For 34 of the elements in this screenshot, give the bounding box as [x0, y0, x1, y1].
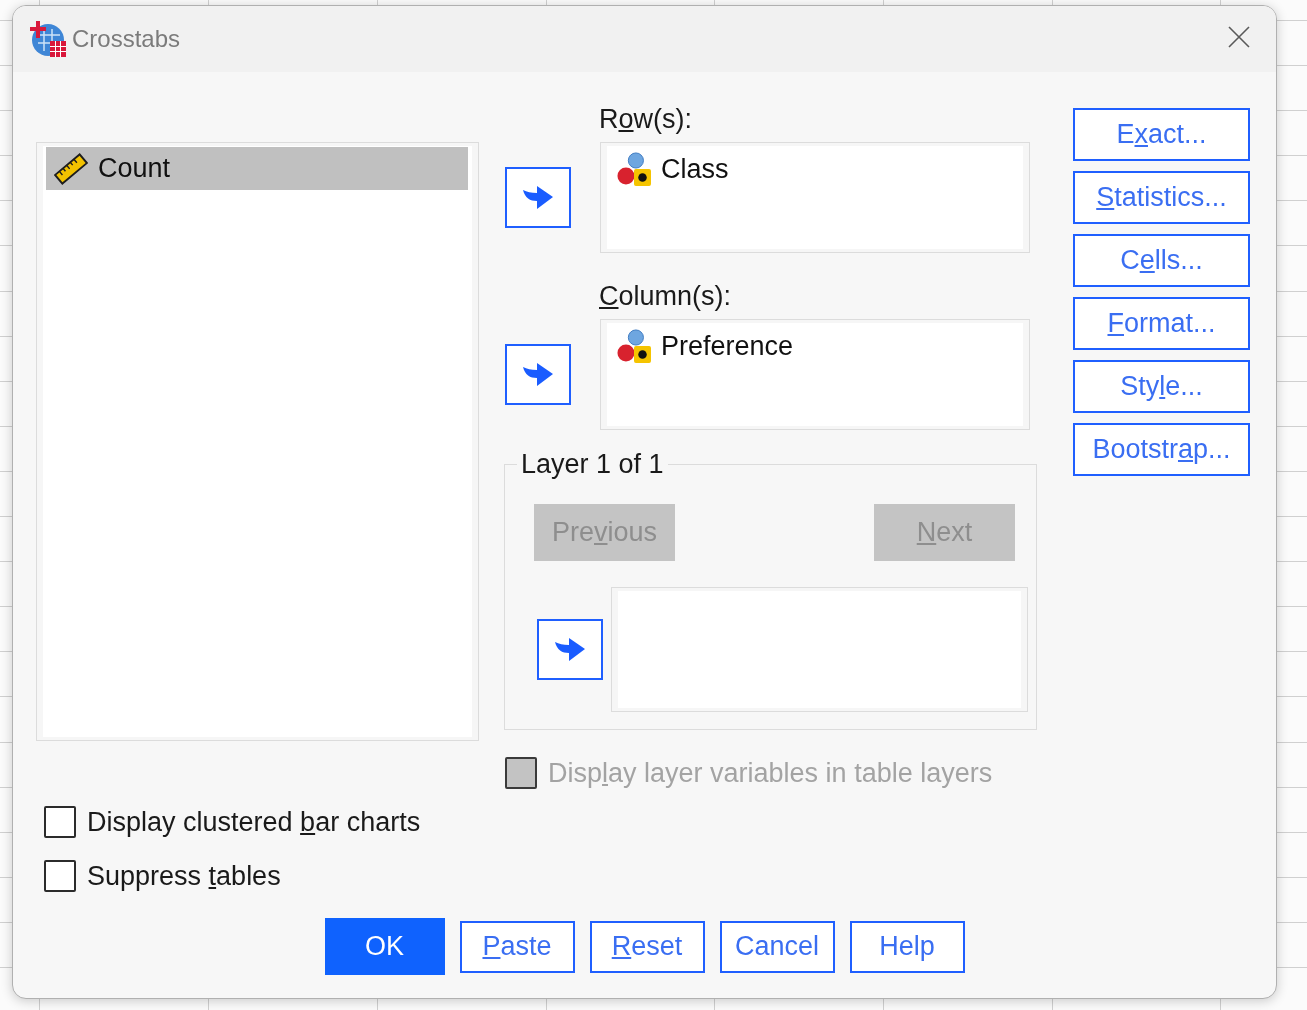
variable-box[interactable]: Preference: [600, 319, 1030, 430]
checkbox[interactable]: [44, 806, 76, 838]
move-button[interactable]: [505, 344, 571, 405]
field-label: Row(s):: [599, 103, 693, 136]
checkbox-label: Display clustered bar charts: [87, 806, 421, 838]
curved-arrow-icon: [522, 183, 554, 212]
curved-arrow-icon: [522, 360, 554, 389]
variable-box[interactable]: Class: [600, 142, 1030, 253]
move-button[interactable]: [505, 167, 571, 228]
dialog-button[interactable]: Reset: [589, 920, 705, 973]
options-button[interactable]: Cells...: [1073, 234, 1250, 287]
list-item[interactable]: Class: [617, 151, 1029, 187]
nominal-measure-icon: [617, 152, 651, 186]
list-item[interactable]: Preference: [617, 328, 1029, 364]
options-button[interactable]: Bootstrap...: [1073, 423, 1250, 476]
dialog-button[interactable]: Help: [849, 920, 965, 973]
dialog-button[interactable]: OK: [324, 918, 445, 975]
options-button[interactable]: Exact...: [1073, 108, 1250, 161]
options-button[interactable]: Format...: [1073, 297, 1250, 350]
curved-arrow-icon: [554, 635, 586, 664]
list-item[interactable]: Count: [46, 147, 468, 190]
dialog-button[interactable]: Cancel: [719, 920, 835, 973]
nominal-measure-icon: [617, 329, 651, 363]
close-icon[interactable]: [1228, 26, 1250, 48]
table-icon: [30, 21, 66, 57]
checkbox[interactable]: [44, 860, 76, 892]
options-button[interactable]: Statistics...: [1073, 171, 1250, 224]
checkbox-label: Display layer variables in table layers: [548, 757, 993, 789]
window-title: Crosstabs: [72, 25, 181, 53]
field-label: Column(s):: [599, 280, 733, 313]
move-button[interactable]: [537, 619, 603, 680]
dialog-button[interactable]: Paste: [459, 920, 575, 973]
checkbox-label: Suppress tables: [87, 860, 281, 892]
options-button[interactable]: Style...: [1073, 360, 1250, 413]
